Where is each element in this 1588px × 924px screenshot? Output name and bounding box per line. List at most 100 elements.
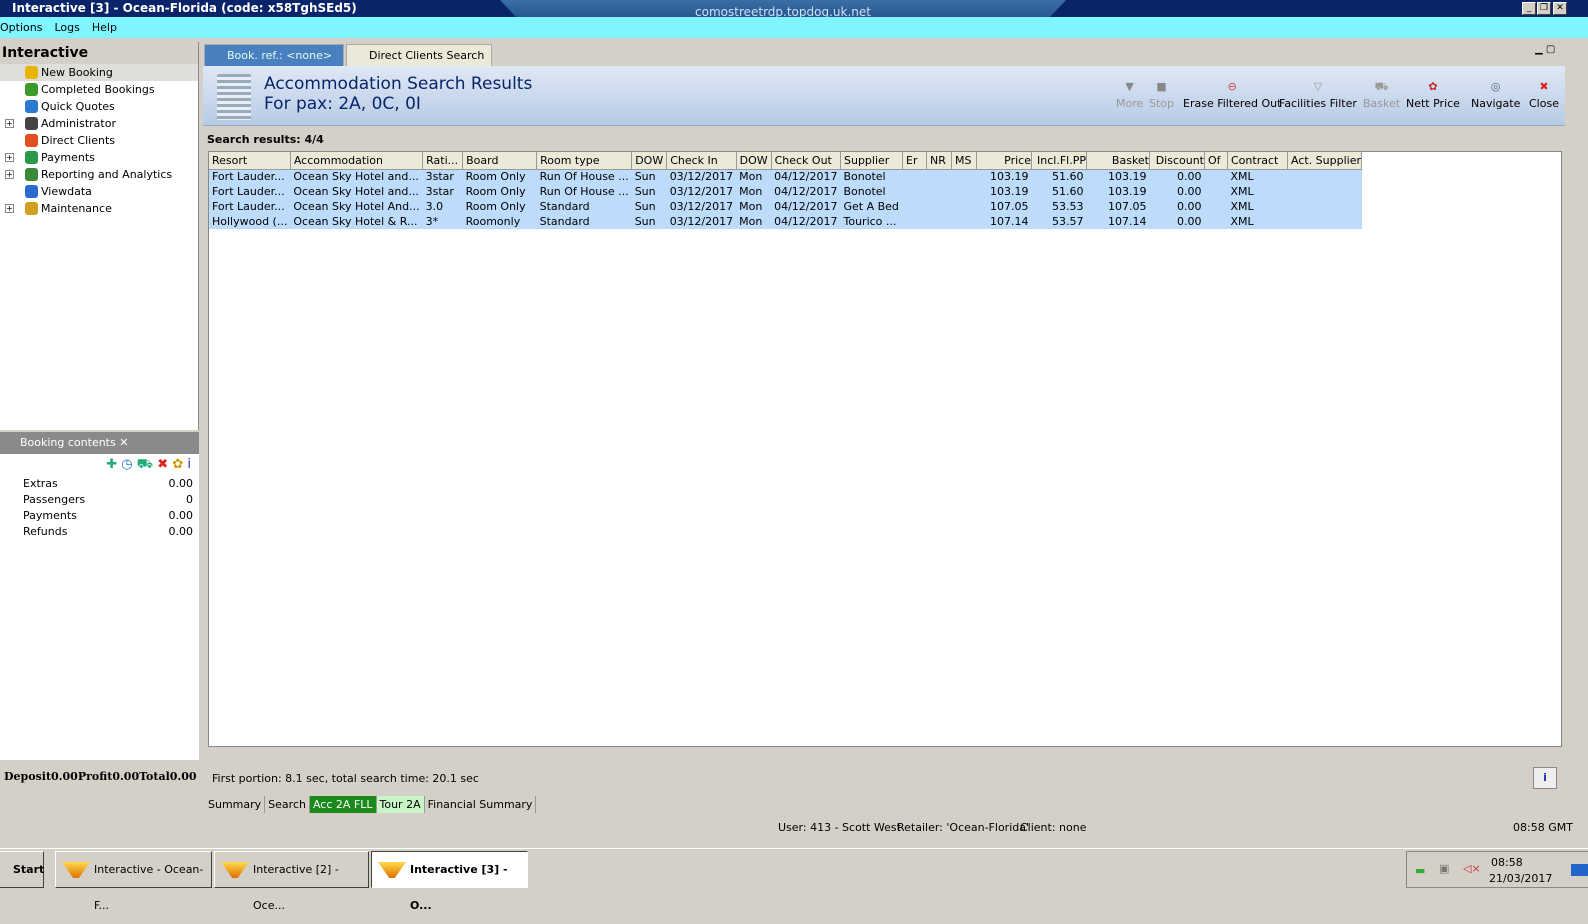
show-desktop-icon[interactable] xyxy=(1571,864,1588,876)
filter-icon: ▽ xyxy=(1313,80,1323,93)
nav-item-payments[interactable]: + Payments xyxy=(0,149,198,166)
column-header-14[interactable]: Incl.Fl.PP xyxy=(1031,152,1087,170)
task-interactive-3[interactable]: Interactive [3] - O... xyxy=(371,851,528,912)
toolbar-close-button[interactable]: ✖ Close xyxy=(1529,80,1559,110)
column-header-3[interactable]: Board xyxy=(462,152,538,170)
start-button[interactable]: Start xyxy=(0,851,44,888)
column-header-18[interactable]: Contract xyxy=(1227,152,1288,170)
booking-row-value: 0.00 xyxy=(168,509,194,522)
column-header-10[interactable]: Er xyxy=(902,152,927,170)
basket-icon: ⛟ xyxy=(1374,80,1389,93)
table-cell xyxy=(902,199,927,214)
computer-icon[interactable]: ▣ xyxy=(1439,862,1449,875)
column-header-6[interactable]: Check In xyxy=(666,152,737,170)
toolbar-more-button[interactable]: ▼ More xyxy=(1116,80,1143,110)
table-row[interactable]: Fort Lauder... Ocean Sky Hotel and... 3sta… xyxy=(209,184,1362,199)
clock-icon[interactable]: ◷ xyxy=(121,457,132,472)
bottom-tab-1[interactable]: Search xyxy=(265,796,310,813)
app-logo-icon xyxy=(221,862,249,878)
table-cell: Get A Bed xyxy=(840,199,903,214)
column-header-7[interactable]: DOW xyxy=(736,152,772,170)
column-header-2[interactable]: Rati... xyxy=(422,152,464,170)
nav-item-completed-bookings[interactable]: Completed Bookings xyxy=(0,81,198,98)
table-cell: Mon xyxy=(736,214,772,229)
expand-icon[interactable]: + xyxy=(5,204,14,213)
add-icon[interactable]: ✚ xyxy=(106,457,117,472)
menu-options[interactable]: Options xyxy=(0,21,42,34)
tab-booking[interactable]: Book. ref.: <none> ✕ xyxy=(204,44,344,84)
app-logo-icon xyxy=(378,862,406,878)
table-cell: Mon xyxy=(736,184,772,199)
column-header-15[interactable]: Basket xyxy=(1086,152,1150,170)
column-header-0[interactable]: Resort xyxy=(209,152,291,170)
table-cell: Mon xyxy=(736,199,772,214)
menu-logs[interactable]: Logs xyxy=(54,21,79,34)
delete-icon[interactable]: ✖ xyxy=(157,457,168,472)
menu-help[interactable]: Help xyxy=(92,21,117,34)
nav-item-direct-clients[interactable]: Direct Clients xyxy=(0,132,198,149)
nav-label: Maintenance xyxy=(41,202,112,215)
expand-icon[interactable]: + xyxy=(5,170,14,179)
info-icon[interactable]: i xyxy=(187,457,191,472)
table-cell: Ocean Sky Hotel And... xyxy=(290,199,423,214)
status-client: Client: none xyxy=(1020,821,1087,834)
total-label: Total xyxy=(139,770,170,783)
column-header-13[interactable]: Price xyxy=(976,152,1032,170)
column-header-9[interactable]: Supplier xyxy=(840,152,903,170)
tab-direct-clients-search[interactable]: Direct Clients Search xyxy=(346,44,492,66)
column-header-11[interactable]: NR xyxy=(926,152,952,170)
task-interactive-1[interactable]: Interactive - Ocean-F... xyxy=(55,851,212,912)
basket-icon[interactable]: ⛟ xyxy=(137,457,153,472)
table-cell: Tourico ... xyxy=(840,214,903,229)
table-cell: 0.00 xyxy=(1149,199,1205,214)
column-header-17[interactable]: Of xyxy=(1204,152,1228,170)
app-logo-icon xyxy=(62,862,90,878)
toolbar-label: Navigate xyxy=(1471,97,1521,110)
minimize-button[interactable]: _ xyxy=(1522,2,1536,15)
nav-item-quick-quotes[interactable]: Quick Quotes xyxy=(0,98,198,115)
toolbar-stop-button[interactable]: ■ Stop xyxy=(1149,80,1174,110)
nav-item-maintenance[interactable]: + Maintenance xyxy=(0,200,198,217)
column-header-8[interactable]: Check Out xyxy=(771,152,842,170)
nav-item-viewdata[interactable]: Viewdata xyxy=(0,183,198,200)
table-row[interactable]: Hollywood (... Ocean Sky Hotel & R... 3* Ro… xyxy=(209,214,1362,229)
table-row[interactable]: Fort Lauder... Ocean Sky Hotel And... 3.0 R… xyxy=(209,199,1362,214)
toolbar-erase-filtered-out-button[interactable]: ⊖ Erase Filtered Out xyxy=(1183,80,1281,110)
nav-item-reporting-and-analytics[interactable]: + Reporting and Analytics xyxy=(0,166,198,183)
table-cell: Ocean Sky Hotel & R... xyxy=(290,214,423,229)
nett-price-icon: ✿ xyxy=(1428,80,1438,93)
expand-icon[interactable]: + xyxy=(5,153,14,162)
bottom-tab-2[interactable]: Acc 2A FLL xyxy=(309,796,377,813)
stop-icon: ■ xyxy=(1156,80,1167,93)
toolbar-nett-price-button[interactable]: ✿ Nett Price xyxy=(1406,80,1460,110)
nav-item-new-booking[interactable]: New Booking xyxy=(0,64,198,81)
toolbar-basket-button[interactable]: ⛟ Basket xyxy=(1363,80,1400,110)
status-bar: User: 413 - Scott West Retailer: 'Ocean-… xyxy=(0,818,1588,838)
task-interactive-2[interactable]: Interactive [2] - Oce... xyxy=(214,851,369,912)
table-cell xyxy=(1287,169,1362,184)
clock-date: 21/03/2017 xyxy=(1489,872,1553,885)
palm-icon[interactable]: ✿ xyxy=(172,457,183,472)
column-header-4[interactable]: Room type xyxy=(536,152,633,170)
table-row[interactable]: Fort Lauder... Ocean Sky Hotel and... 3sta… xyxy=(209,169,1362,184)
network-card-icon[interactable]: ▬ xyxy=(1415,864,1425,877)
expand-icon[interactable]: + xyxy=(5,119,14,128)
column-header-19[interactable]: Act. Supplier xyxy=(1287,152,1363,170)
booking-contents-tab[interactable]: Booking contents ✕ xyxy=(0,432,199,454)
bottom-tab-3[interactable]: Tour 2A xyxy=(376,796,425,813)
restore-button[interactable]: ❐ xyxy=(1537,2,1551,15)
nav-item-administrator[interactable]: + Administrator xyxy=(0,115,198,132)
column-header-12[interactable]: MS xyxy=(951,152,977,170)
panel-minimize-icon[interactable]: ▁ ▢ xyxy=(1535,44,1555,55)
table-cell: Roomonly xyxy=(462,214,537,229)
bottom-tab-0[interactable]: Summary xyxy=(205,796,266,813)
column-header-5[interactable]: DOW xyxy=(631,152,668,170)
info-button[interactable]: i xyxy=(1533,767,1557,789)
column-header-1[interactable]: Accommodation xyxy=(290,152,424,170)
toolbar-facilities-filter-button[interactable]: ▽ Facilities Filter xyxy=(1279,80,1357,110)
bottom-tab-4[interactable]: Financial Summary xyxy=(425,796,537,813)
toolbar-navigate-button[interactable]: ◎ Navigate xyxy=(1471,80,1520,110)
column-header-16[interactable]: Discount xyxy=(1149,152,1205,170)
speaker-muted-icon[interactable]: ◁× xyxy=(1463,862,1481,875)
close-window-button[interactable]: ✕ xyxy=(1553,2,1567,15)
